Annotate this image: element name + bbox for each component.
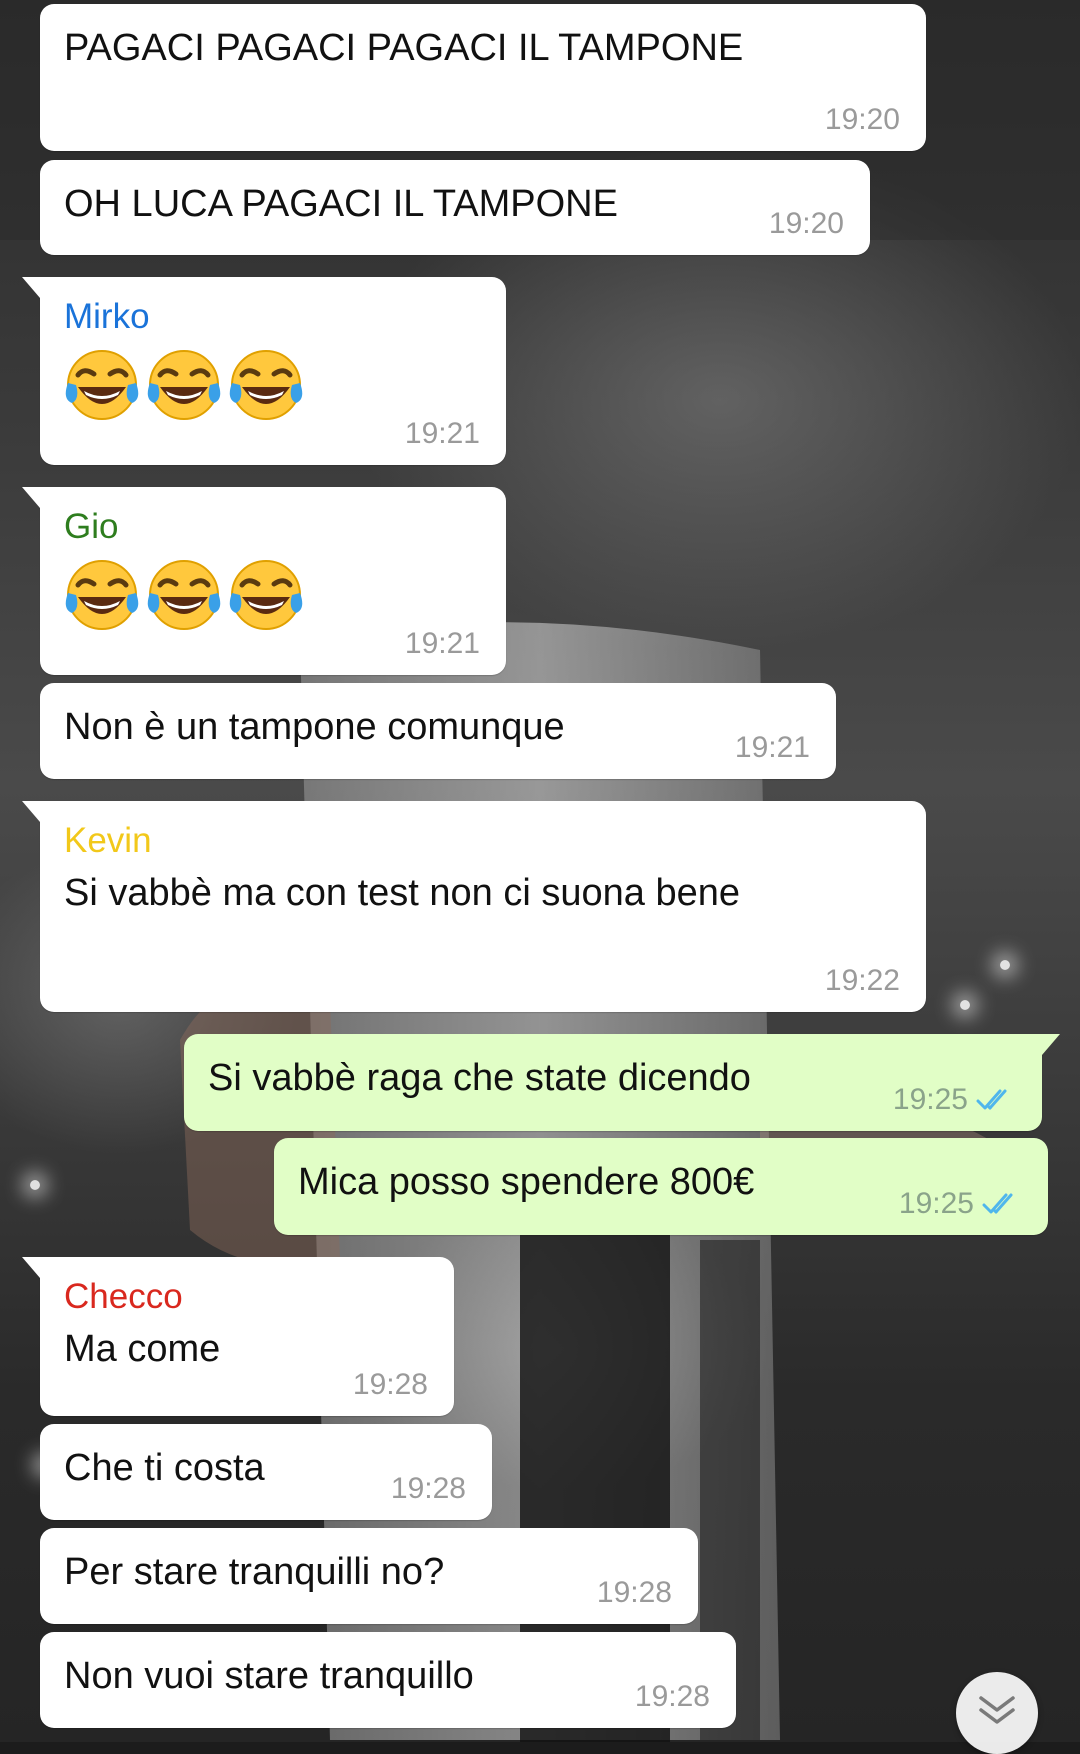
face-with-tears-of-joy-icon: [65, 560, 139, 630]
face-with-tears-of-joy-icon: [229, 560, 303, 630]
double-chevron-down-icon: [979, 1696, 1015, 1724]
message-time: 19:25: [892, 1083, 968, 1116]
message-time: 19:28: [390, 1472, 466, 1505]
message-meta: 19:20: [769, 207, 844, 241]
double-check-read-icon: [982, 1193, 1013, 1214]
chat-message-list[interactable]: PAGACI PAGACI PAGACI IL TAMPONE 19:20 OH…: [0, 0, 1080, 1754]
message-bubble[interactable]: Gio 19:21: [22, 487, 506, 675]
message-meta: 19:28: [353, 1368, 428, 1402]
bubble-tail: [22, 277, 46, 305]
message-meta: 19:22: [825, 964, 900, 998]
message-bubble[interactable]: Checco Ma come 19:28: [22, 1257, 454, 1416]
emoji-message: [64, 557, 482, 633]
message-time: 19:21: [404, 417, 480, 450]
message-text: Ma come: [64, 1328, 221, 1370]
emoji-message: [64, 347, 482, 423]
bubble-tail: [22, 801, 46, 829]
sender-name[interactable]: Gio: [64, 507, 482, 547]
message-time: 19:21: [734, 731, 810, 764]
message-text: Si vabbè ma con test non ci suona bene: [64, 872, 741, 914]
message-meta: 19:28: [391, 1472, 466, 1506]
bubble-tail: [22, 1257, 46, 1285]
message-meta: 19:25: [893, 1083, 1016, 1117]
message-time: 19:28: [634, 1680, 710, 1713]
double-check-read-icon: [976, 1089, 1007, 1110]
message-meta: 19:28: [635, 1680, 710, 1714]
message-text: Non è un tampone comunque: [64, 706, 565, 748]
message-bubble-outgoing[interactable]: Mica posso spendere 800€ 19:25: [274, 1138, 1048, 1235]
message-meta: 19:21: [735, 731, 810, 765]
message-meta: 19:20: [825, 103, 900, 137]
face-with-tears-of-joy-icon: [147, 560, 221, 630]
message-text: Per stare tranquilli no?: [64, 1551, 445, 1593]
message-time: 19:28: [352, 1368, 428, 1401]
message-time: 19:20: [824, 103, 900, 136]
message-text: Non vuoi stare tranquillo: [64, 1655, 474, 1697]
message-meta: 19:25: [899, 1187, 1022, 1221]
face-with-tears-of-joy-icon: [147, 350, 221, 420]
face-with-tears-of-joy-icon: [65, 350, 139, 420]
message-meta: 19:21: [405, 417, 480, 451]
message-bubble[interactable]: Non è un tampone comunque 19:21: [40, 683, 836, 779]
message-bubble[interactable]: Che ti costa 19:28: [40, 1424, 492, 1520]
message-bubble[interactable]: Non vuoi stare tranquillo 19:28: [40, 1632, 736, 1728]
sender-name[interactable]: Mirko: [64, 297, 482, 337]
message-time: 19:21: [404, 627, 480, 660]
message-bubble[interactable]: Mirko 19:21: [22, 277, 506, 465]
message-text: OH LUCA PAGACI IL TAMPONE: [64, 183, 618, 225]
message-bubble[interactable]: Kevin Si vabbè ma con test non ci suona …: [22, 801, 926, 1012]
message-bubble[interactable]: PAGACI PAGACI PAGACI IL TAMPONE 19:20: [40, 4, 926, 151]
bubble-tail: [1036, 1034, 1060, 1062]
face-with-tears-of-joy-icon: [229, 350, 303, 420]
bubble-tail: [22, 487, 46, 515]
message-time: 19:28: [596, 1576, 672, 1609]
sender-name[interactable]: Kevin: [64, 821, 902, 861]
message-time: 19:20: [768, 207, 844, 240]
message-bubble-outgoing[interactable]: Si vabbè raga che state dicendo 19:25: [184, 1034, 1060, 1131]
message-meta: 19:28: [597, 1576, 672, 1610]
message-time: 19:25: [898, 1187, 974, 1220]
sender-name[interactable]: Checco: [64, 1277, 430, 1317]
message-bubble[interactable]: OH LUCA PAGACI IL TAMPONE 19:20: [40, 160, 870, 255]
message-text: PAGACI PAGACI PAGACI IL TAMPONE: [64, 27, 744, 69]
message-bubble[interactable]: Per stare tranquilli no? 19:28: [40, 1528, 698, 1624]
message-time: 19:22: [824, 964, 900, 997]
message-meta: 19:21: [405, 627, 480, 661]
